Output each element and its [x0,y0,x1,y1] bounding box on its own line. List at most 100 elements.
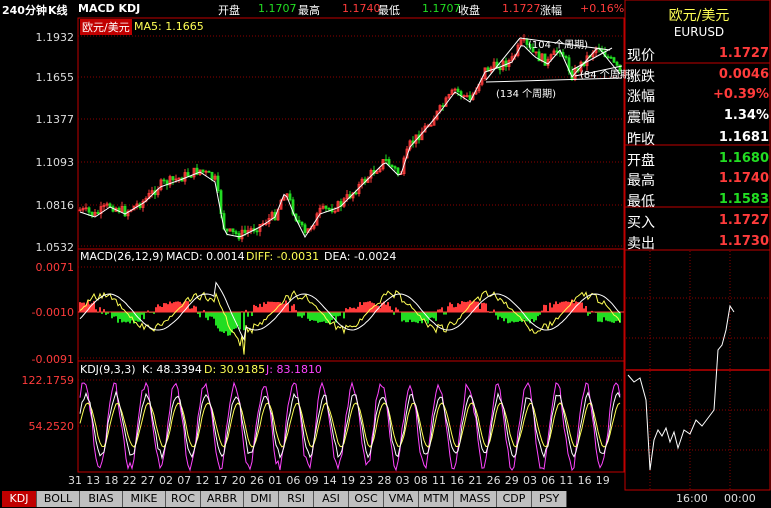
x-date-label: 26 [486,474,501,487]
candle-body [387,159,391,166]
macd-label: MACD(26,12,9) [80,250,164,263]
tab-roc[interactable]: ROC [166,491,201,507]
x-date-label: 06 [541,474,556,487]
x-date-label: 20 [231,474,246,487]
quote-row: 卖出 1.1730 [627,232,771,252]
quote-row: 开盘 1.1680 [627,149,771,169]
quote-row-label: 买入 [627,215,655,231]
quote-row: 现价 1.1727 [627,44,771,64]
x-date-label: 12 [195,474,210,487]
quote-row-value: 1.34% [723,107,769,123]
candle-body [615,61,619,66]
x-date-label: 29 [504,474,519,487]
quote-row: 震幅 1.34% [627,106,771,126]
time-tick-2: 00:00 [724,492,756,505]
tab-dmi[interactable]: DMI [244,491,279,507]
x-date-label: 28 [377,474,392,487]
x-date-label: 17 [213,474,228,487]
quote-row: 最低 1.1583 [627,190,771,210]
x-date-label: 11 [559,474,574,487]
quote-row-label: 涨幅 [627,89,655,105]
tab-asi[interactable]: ASI [314,491,349,507]
price-tick-2: 1.1655 [35,71,75,84]
candle-body [96,211,100,215]
candle-body [384,159,388,161]
j-line [79,381,621,472]
tab-kdj[interactable]: KDJ [2,491,37,507]
tab-arbr[interactable]: ARBR [201,491,244,507]
tab-psy[interactable]: PSY [532,491,567,507]
tab-bias[interactable]: BIAS [80,491,123,507]
quote-row: 涨幅 +0.39% [627,85,771,105]
candle-body [243,229,247,233]
candle-body [186,172,190,177]
candle-body [456,88,460,93]
k-value: K: 48.3394 [142,363,202,376]
candle-body [288,193,292,201]
time-tick-1: 16:00 [676,492,708,505]
candle-body [171,176,175,181]
x-date-label: 26 [250,474,264,487]
x-date-label: 23 [359,474,374,487]
price-tick-3: 1.1377 [35,113,75,126]
quote-row: 买入 1.1727 [627,211,771,231]
tab-mtm[interactable]: MTM [419,491,454,507]
candle-body [609,56,613,59]
x-date-label: 06 [286,474,301,487]
kdj-tick-1: 122.1759 [21,374,75,387]
quote-row-value: 1.1727 [718,213,769,228]
price-panel-frame [77,17,625,250]
x-date-label: 21 [468,474,483,487]
candle-body [189,176,193,178]
x-date-label: 31 [68,474,82,487]
quote-row-value: 0.0046 [718,66,769,82]
quote-row-value: 1.1730 [718,233,769,249]
diff-line [79,290,621,355]
quote-title: 欧元/美元 [668,8,730,24]
candle-body [234,231,238,234]
candle-body [468,95,472,101]
candle-body [201,169,205,173]
candle-body [108,203,112,208]
quote-row: 昨收 1.1681 [627,128,771,148]
x-date-label: 16 [450,474,465,487]
x-date-label: 01 [268,474,283,487]
quote-row-label: 开盘 [627,152,655,169]
quote-code: EURUSD [673,25,725,39]
candle-body [612,57,616,63]
quote-row-value: 1.1680 [718,150,769,166]
j-value: J: 83.1810 [266,363,322,376]
tab-mass[interactable]: MASS [454,491,497,507]
annotation-84: (84 个周期) [580,70,634,81]
quote-row-value: +0.39% [713,87,769,102]
tab-osc[interactable]: OSC [349,491,384,507]
x-date-label: 19 [341,474,355,487]
candle-body [300,221,304,226]
candle-body [324,205,328,209]
candle-body [87,207,91,213]
candle-body [90,211,94,216]
tab-rsi[interactable]: RSI [279,491,314,507]
macd-tick-1: 0.0071 [35,261,75,274]
quote-row: 最高 1.1740 [627,169,771,189]
diff-value: DIFF: -0.0031 [246,250,320,263]
quote-row-value: 1.1727 [718,46,769,61]
candle-body [162,179,166,182]
candle-body [354,192,358,195]
tab-cdp[interactable]: CDP [497,491,532,507]
candle-body [210,171,214,180]
kdj-tick-2: 54.2520 [28,420,75,433]
tab-mike[interactable]: MIKE [123,491,166,507]
ma-label: MA5: 1.1665 [134,20,204,33]
k-line [79,390,621,460]
tab-vma[interactable]: VMA [384,491,419,507]
x-date-label: 16 [577,474,592,487]
intraday-line [627,304,735,471]
macd-tick-3: -0.0091 [31,353,74,366]
symbol-label: 欧元/美元 [80,19,132,35]
candle-body [225,228,229,232]
candle-body [231,228,235,233]
quote-row-label: 昨收 [627,132,655,148]
tab-boll[interactable]: BOLL [37,491,80,507]
price-tick-5: 1.0816 [35,199,75,212]
